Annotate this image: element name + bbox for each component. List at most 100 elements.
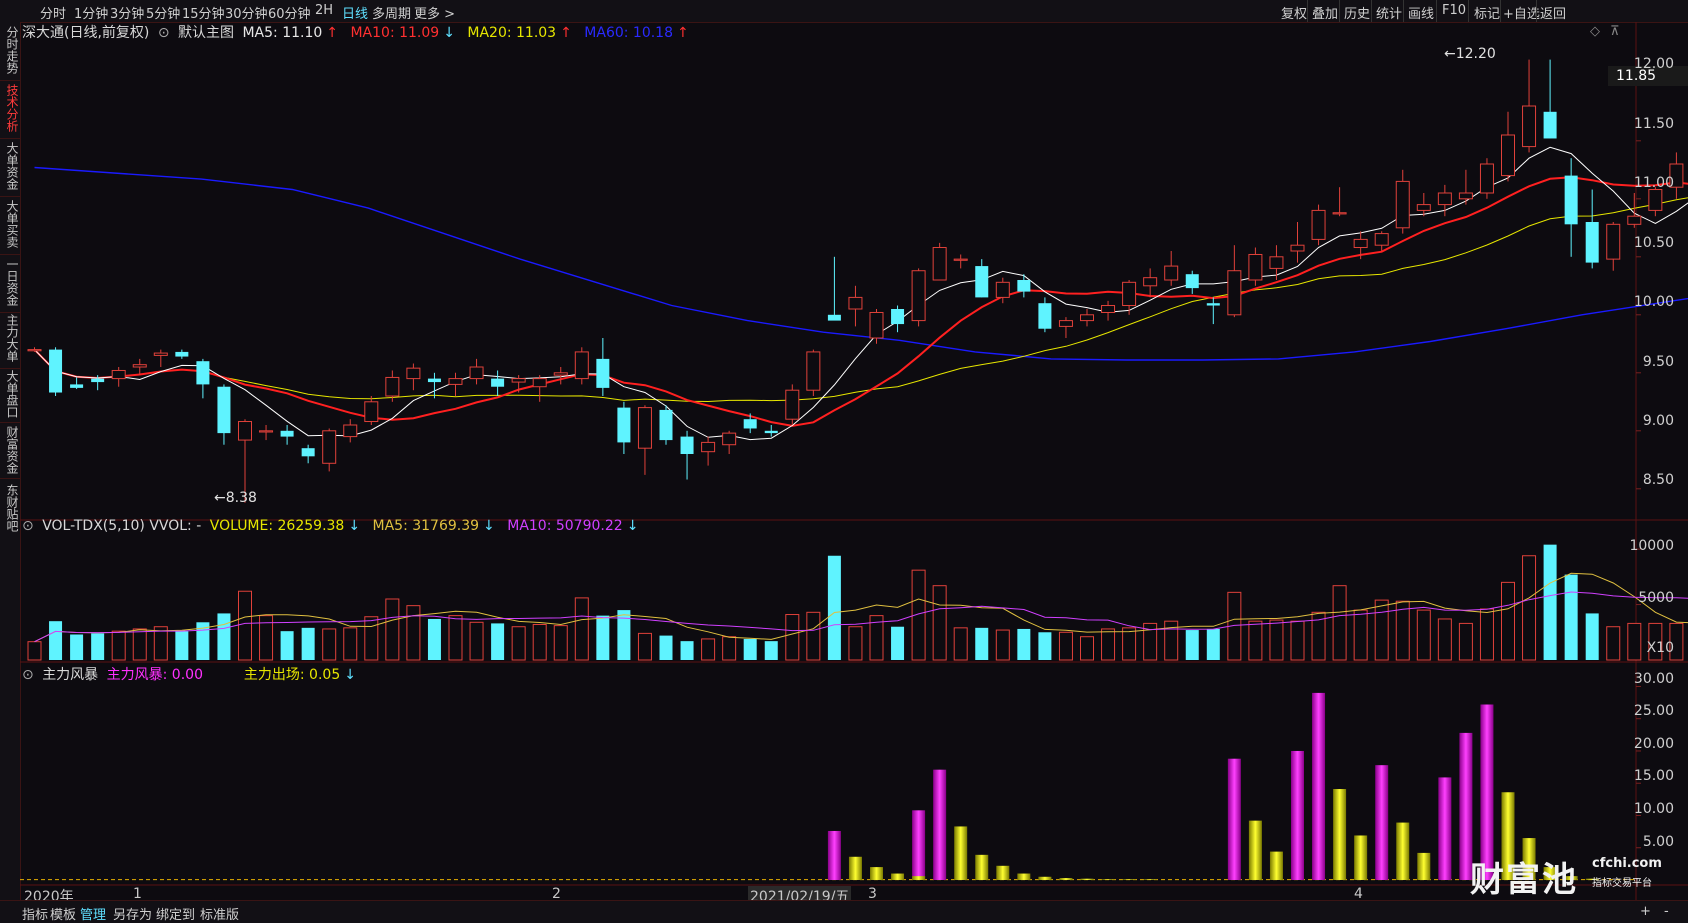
exit-bar [1249, 821, 1262, 880]
volume-indicator-name[interactable]: VOL-TDX(5,10) VVOL: - [42, 518, 201, 534]
volume-bar [1333, 586, 1346, 660]
volume-bar [765, 641, 778, 660]
volume-bar [70, 634, 83, 660]
candle-body [1523, 106, 1536, 147]
exit-bar [1102, 879, 1115, 880]
candle-body [828, 315, 841, 321]
candle-body [891, 309, 904, 324]
candle-body [1459, 193, 1472, 199]
volume-unit: X10 [1604, 640, 1674, 656]
volume-bar [428, 619, 441, 660]
chevron-down-icon[interactable]: ⊙ [158, 25, 170, 41]
candle-body [91, 379, 104, 382]
volume-bar [1249, 621, 1262, 660]
candle-body [70, 384, 83, 387]
ma60-label: MA60: 10.18↑ [584, 25, 692, 41]
template-tab[interactable]: 模板 [50, 904, 76, 923]
indicator-panel-legend: ⊙ 主力风暴 主力风暴: 0.00 主力出场: 0.05↓ [22, 664, 364, 684]
volume-bar [533, 625, 546, 660]
candle-body [1586, 222, 1599, 263]
candle-body [1081, 315, 1094, 321]
zoom-in-button[interactable]: + [1640, 904, 1651, 919]
settings-diamond-icon[interactable]: ◇ [1590, 24, 1600, 39]
collapse-icon[interactable]: ⊼ [1610, 24, 1620, 39]
candle-body [554, 373, 567, 375]
candle-body [638, 408, 651, 449]
volume-bar [1544, 545, 1557, 660]
zoom-out-button[interactable]: - [1664, 904, 1669, 919]
volume-bar [1081, 637, 1094, 660]
manage-tab[interactable]: 管理 [80, 904, 106, 923]
price-y-tick: 12.00 [1614, 56, 1674, 72]
volume-bar [1480, 609, 1493, 660]
indicator-y-tick: 15.00 [1604, 768, 1674, 784]
volume-bar [1523, 556, 1536, 660]
exit-value: 主力出场: 0.05↓ [244, 667, 360, 683]
volume-bar [491, 623, 504, 660]
indicator-name[interactable]: 主力风暴 [42, 667, 98, 683]
volume-value: VOLUME: 26259.38↓ [210, 518, 364, 534]
candle-body [617, 408, 630, 443]
chevron-down-icon[interactable]: ⊙ [22, 518, 34, 534]
price-y-tick: 9.50 [1614, 354, 1674, 370]
volume-bar [512, 627, 525, 660]
ma10-label: MA10: 11.09↓ [350, 25, 458, 41]
chevron-down-icon[interactable]: ⊙ [22, 667, 34, 683]
candle-body [1059, 321, 1072, 327]
volume-bar [28, 642, 41, 660]
volume-bar [1059, 632, 1072, 660]
candle-body [154, 353, 167, 355]
candle-body [744, 419, 757, 428]
storm-bar [1375, 765, 1388, 880]
candle-body [1123, 282, 1136, 305]
candle-body [133, 365, 146, 367]
storm-bar [933, 770, 946, 880]
candle-body [1186, 274, 1199, 288]
bind-to-tab[interactable]: 绑定到 [156, 904, 195, 923]
candle-body [260, 431, 273, 432]
exit-bar [1017, 874, 1030, 880]
storm-bar [1312, 693, 1325, 880]
candle-body [112, 370, 125, 378]
stock-chart[interactable] [0, 0, 1688, 922]
volume-bar [1038, 632, 1051, 660]
volume-bar [660, 636, 673, 660]
candle-body [512, 379, 525, 382]
candle-body [681, 437, 694, 454]
candle-body [1502, 135, 1515, 176]
candle-body [1354, 239, 1367, 247]
volume-bar [323, 629, 336, 660]
volume-ma5: MA5: 31769.39↓ [373, 518, 499, 534]
main-chart-template[interactable]: 默认主图 [178, 25, 234, 41]
candle-body [1291, 245, 1304, 251]
candle-body [1565, 176, 1578, 225]
indicator-y-tick: 20.00 [1604, 736, 1674, 752]
indicator-tab[interactable]: 指标 [22, 904, 48, 923]
price-y-tick: 11.50 [1614, 116, 1674, 132]
exit-bar [975, 855, 988, 880]
stock-name: 深大通(日线,前复权) [22, 25, 149, 41]
volume-bar [365, 617, 378, 660]
candle-body [428, 379, 441, 382]
candle-body [470, 367, 483, 379]
volume-bar [849, 627, 862, 660]
save-as-tab[interactable]: 另存为 [113, 904, 152, 923]
candle-body [1396, 181, 1409, 227]
candle-body [407, 368, 420, 378]
candle-body [1207, 303, 1220, 305]
volume-bar [638, 633, 651, 660]
volume-bar [681, 641, 694, 660]
volume-bar [1017, 629, 1030, 660]
price-panel-legend: 深大通(日线,前复权) ⊙ 默认主图 MA5: 11.10↑ MA10: 11.… [22, 22, 697, 42]
bottom-toolbar: 指标 模板 管理 另存为 绑定到 标准版 + - [0, 900, 1688, 923]
volume-bar [596, 616, 609, 660]
exit-bar [1333, 789, 1346, 880]
high-price-marker: ←12.20 [1444, 46, 1496, 62]
indicator-y-tick: 30.00 [1604, 671, 1674, 687]
volume-bar [175, 631, 188, 660]
candle-body [281, 431, 294, 437]
candle-body [217, 387, 230, 433]
candle-body [1270, 257, 1283, 269]
ma20-label: MA20: 11.03↑ [467, 25, 575, 41]
standard-tab[interactable]: 标准版 [200, 904, 239, 923]
